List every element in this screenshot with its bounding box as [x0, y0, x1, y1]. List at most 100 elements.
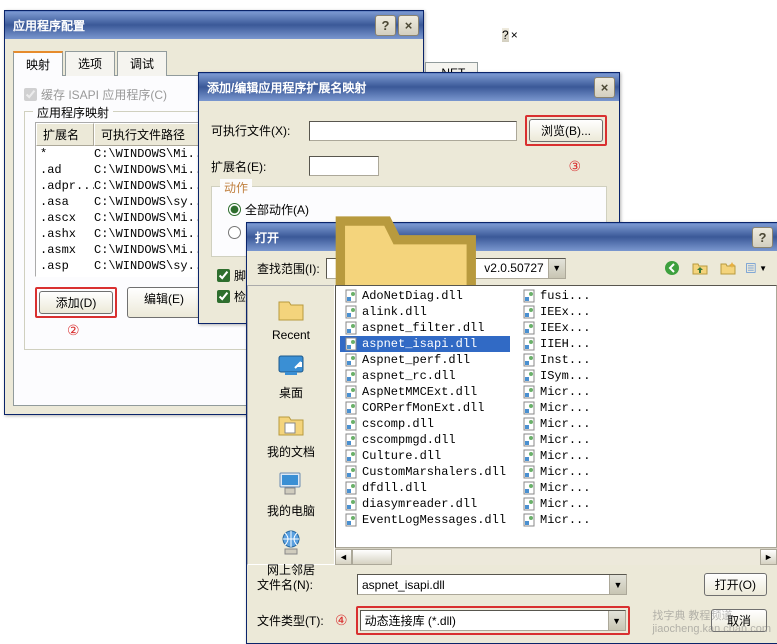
place-mydocs-label: 我的文档 — [267, 443, 315, 460]
file-item[interactable]: Micr... — [518, 384, 594, 400]
title-app-config: 应用程序配置 — [13, 17, 373, 34]
scroll-track[interactable] — [392, 549, 760, 565]
file-item[interactable]: aspnet_filter.dll — [340, 320, 510, 336]
view-menu-icon[interactable]: ▼ — [745, 257, 767, 279]
cache-label: 缓存 ISAPI 应用程序(C) — [41, 86, 167, 103]
file-item[interactable]: Aspnet_perf.dll — [340, 352, 510, 368]
check-script[interactable] — [217, 269, 230, 282]
file-item[interactable]: CORPerfMonExt.dll — [340, 400, 510, 416]
help-button-3[interactable]: ? — [752, 227, 773, 248]
file-item[interactable]: Micr... — [518, 480, 594, 496]
place-mydocs[interactable]: 我的文档 — [267, 407, 315, 462]
combo-lookin[interactable]: v2.0.50727 ▼ — [326, 258, 566, 279]
file-item[interactable]: Micr... — [518, 432, 594, 448]
place-mycomp[interactable]: 我的电脑 — [267, 466, 315, 521]
file-item[interactable]: Micr... — [518, 496, 594, 512]
close-button-peek[interactable]: × — [511, 28, 518, 42]
label-exe: 可执行文件(X): — [211, 122, 301, 139]
close-button-2[interactable]: × — [594, 77, 615, 98]
help-button[interactable]: ? — [375, 15, 396, 36]
places-bar: Recent 桌面 我的文档 我的电脑 网上邻居 — [247, 285, 335, 565]
file-item[interactable]: AspNetMMCExt.dll — [340, 384, 510, 400]
hscroll[interactable]: ◄ ► — [335, 548, 777, 565]
back-icon[interactable] — [661, 257, 683, 279]
tab-debug[interactable]: 调试 — [117, 51, 167, 76]
cache-checkbox[interactable] — [24, 88, 37, 101]
place-recent-label: Recent — [272, 328, 310, 342]
close-button[interactable]: × — [398, 15, 419, 36]
file-item[interactable]: cscomp.dll — [340, 416, 510, 432]
file-area: AdoNetDiag.dllalink.dllaspnet_filter.dll… — [335, 285, 777, 565]
file-item[interactable]: diasymreader.dll — [340, 496, 510, 512]
scroll-right[interactable]: ► — [760, 549, 777, 565]
file-item[interactable]: fusi... — [518, 288, 594, 304]
scroll-left[interactable]: ◄ — [335, 549, 352, 565]
input-exe[interactable] — [309, 121, 517, 141]
highlight-browse: 浏览(B)... — [525, 115, 607, 146]
file-item[interactable]: IEEx... — [518, 320, 594, 336]
place-recent[interactable]: Recent — [272, 292, 310, 344]
file-item[interactable]: Micr... — [518, 464, 594, 480]
combo-filename-btn[interactable]: ▼ — [609, 575, 626, 594]
help-button-peek[interactable]: ? — [502, 28, 509, 42]
combo-filetype-btn[interactable]: ▼ — [608, 611, 625, 630]
row-ext: 扩展名(E): ③ — [211, 156, 607, 176]
highlight-filetype: 动态连接库 (*.dll) ▼ — [356, 606, 630, 635]
label-ext: 扩展名(E): — [211, 158, 301, 175]
file-item[interactable]: aspnet_rc.dll — [340, 368, 510, 384]
label-filename: 文件名(N): — [257, 576, 327, 593]
open-middle: Recent 桌面 我的文档 我的电脑 网上邻居 AdoNetDiag.dlla… — [247, 285, 777, 565]
open-button[interactable]: 打开(O) — [704, 573, 767, 596]
radio-all-label: 全部动作(A) — [245, 201, 309, 218]
combo-filetype[interactable]: 动态连接库 (*.dll) ▼ — [360, 610, 626, 631]
legend-action: 动作 — [220, 179, 252, 196]
highlight-add: 添加(D) — [35, 287, 117, 318]
watermark-bottom: jiaocheng.kan.chan.com — [652, 623, 771, 635]
browse-button[interactable]: 浏览(B)... — [529, 119, 603, 142]
file-item[interactable]: Micr... — [518, 448, 594, 464]
combo-filename[interactable]: aspnet_isapi.dll ▼ — [357, 574, 627, 595]
filetype-value: 动态连接库 (*.dll) — [365, 612, 456, 629]
file-item[interactable]: EventLogMessages.dll — [340, 512, 510, 528]
edit-button[interactable]: 编辑(E) — [127, 287, 201, 318]
file-item[interactable]: Micr... — [518, 416, 594, 432]
file-item[interactable]: alink.dll — [340, 304, 510, 320]
check-verify[interactable] — [217, 290, 230, 303]
input-ext[interactable] — [309, 156, 379, 176]
file-item[interactable]: IIEH... — [518, 336, 594, 352]
folder-name: v2.0.50727 — [484, 261, 543, 275]
add-button[interactable]: 添加(D) — [39, 291, 113, 314]
file-item[interactable]: ISym... — [518, 368, 594, 384]
file-list[interactable]: AdoNetDiag.dllalink.dllaspnet_filter.dll… — [335, 285, 777, 548]
file-item[interactable]: cscompmgd.dll — [340, 432, 510, 448]
file-item[interactable]: aspnet_isapi.dll — [340, 336, 510, 352]
place-network[interactable]: 网上邻居 — [267, 525, 315, 580]
place-desktop-label: 桌面 — [279, 384, 303, 401]
scroll-thumb[interactable] — [352, 549, 392, 565]
file-item[interactable]: Micr... — [518, 400, 594, 416]
file-item[interactable]: IEEx... — [518, 304, 594, 320]
tab-mapping[interactable]: 映射 — [13, 51, 63, 76]
peek-winbuttons: ? × — [502, 28, 518, 42]
title-add-edit: 添加/编辑应用程序扩展名映射 — [207, 79, 592, 96]
combo-lookin-btn[interactable]: ▼ — [548, 259, 565, 278]
file-item[interactable]: Inst... — [518, 352, 594, 368]
new-folder-icon[interactable] — [717, 257, 739, 279]
watermark: 找字典 教程频道 jiaocheng.kan.chan.com — [652, 607, 771, 635]
file-item[interactable]: AdoNetDiag.dll — [340, 288, 510, 304]
label-lookin: 查找范围(I): — [257, 260, 320, 277]
legend-mapping: 应用程序映射 — [33, 104, 113, 121]
radio-limit[interactable] — [228, 226, 241, 239]
file-item[interactable]: CustomMarshalers.dll — [340, 464, 510, 480]
radio-all[interactable] — [228, 203, 241, 216]
file-item[interactable]: Culture.dll — [340, 448, 510, 464]
up-folder-icon[interactable] — [689, 257, 711, 279]
file-item[interactable]: dfdll.dll — [340, 480, 510, 496]
row-filename: 文件名(N): aspnet_isapi.dll ▼ 打开(O) — [257, 573, 767, 596]
tab-options[interactable]: 选项 — [65, 51, 115, 76]
place-desktop[interactable]: 桌面 — [275, 348, 307, 403]
row-exe: 可执行文件(X): 浏览(B)... — [211, 115, 607, 146]
col-ext-header[interactable]: 扩展名 — [36, 123, 94, 146]
file-item[interactable]: Micr... — [518, 512, 594, 528]
place-mycomp-label: 我的电脑 — [267, 502, 315, 519]
